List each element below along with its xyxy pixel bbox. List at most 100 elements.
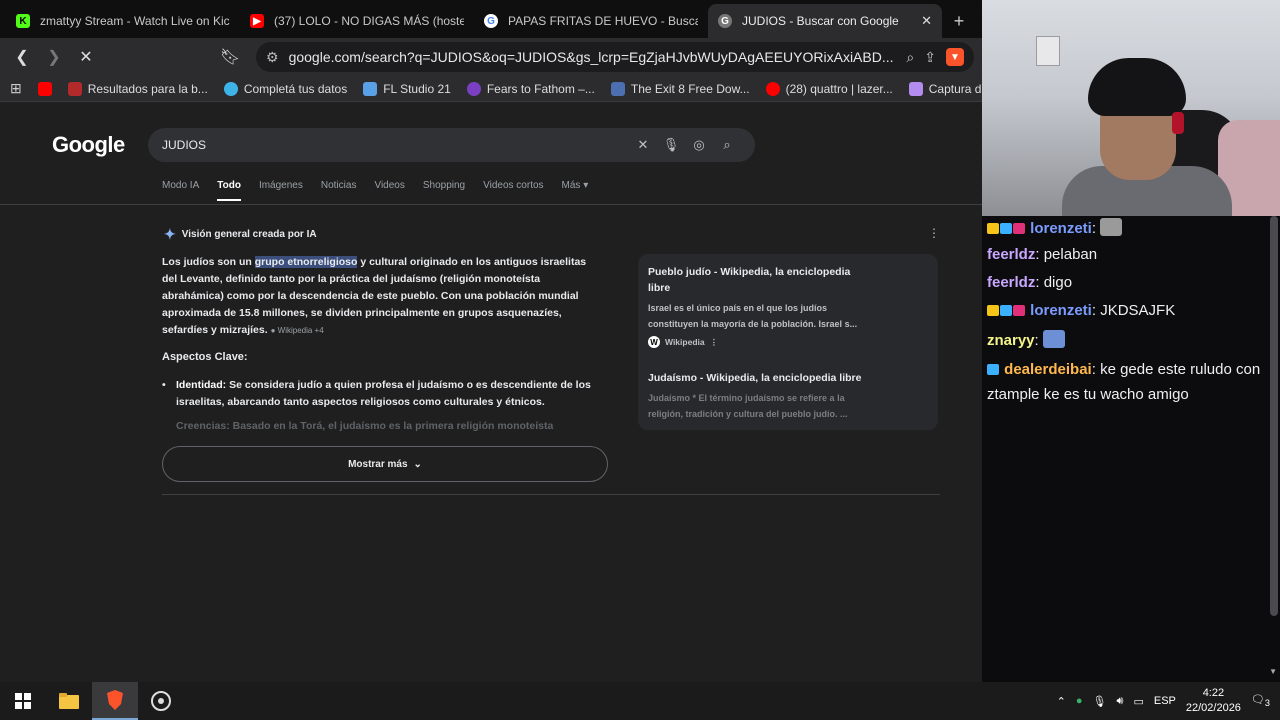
webcam-overlay (982, 0, 1280, 216)
source-title[interactable]: Judaísmo - Wikipedia, la enciclopedia li… (648, 370, 868, 386)
bookmark-item[interactable]: FL Studio 21 (363, 81, 451, 96)
bookmark-item[interactable]: (28) quattro | lazer... (765, 81, 893, 96)
brave-browser-icon[interactable] (92, 682, 138, 720)
chat-text: pelaban (1043, 246, 1098, 263)
bookmark-label: (28) quattro | lazer... (785, 81, 893, 96)
microphone-icon[interactable]: 🎙︎ (1093, 695, 1107, 708)
google-icon: G (718, 14, 732, 28)
lens-icon[interactable]: ◎ (685, 137, 713, 153)
tab-youtube[interactable]: ▶ (37) LOLO - NO DIGAS MÁS (hosted b (240, 4, 474, 38)
url-text[interactable]: google.com/search?q=JUDIOS&oq=JUDIOS&gs_… (289, 49, 897, 65)
ai-overview-header: ✦ Visión general creada por IA (164, 226, 317, 243)
chat-username[interactable]: znaryy (987, 332, 1035, 349)
tab-videos-cortos[interactable]: Videos cortos (483, 180, 543, 201)
bookmark-icon[interactable]: 🔖︎ (216, 43, 244, 71)
back-icon[interactable]: ❮ (8, 43, 36, 71)
notification-count: 3 (1264, 698, 1270, 709)
ai-text-part: y cultural originado en los antiguos isr… (162, 256, 587, 336)
tab-title: JUDIOS - Buscar con Google (742, 14, 899, 28)
address-bar[interactable]: ⚙ google.com/search?q=JUDIOS&oq=JUDIOS&g… (256, 42, 974, 72)
crown-badge-icon (987, 305, 999, 316)
tab-kick[interactable]: K zmattyy Stream - Watch Live on Kick (6, 4, 240, 38)
chat-text: JKDSAJFK (1100, 302, 1176, 319)
chat-scrollbar[interactable] (1270, 216, 1278, 616)
obs-icon[interactable] (138, 682, 184, 720)
bookmark-label: Resultados para la b... (87, 81, 208, 96)
emote-icon (1100, 218, 1123, 236)
share-icon[interactable]: ⇪ (924, 49, 936, 66)
forward-icon[interactable]: ❯ (40, 43, 68, 71)
zoom-icon[interactable]: ⌕ (906, 49, 914, 66)
stop-icon[interactable]: ✕ (72, 43, 100, 71)
close-tab-icon[interactable]: ✕ (921, 13, 932, 29)
pen-icon (908, 81, 923, 96)
source-title[interactable]: Pueblo judío - Wikipedia, la enciclopedi… (648, 264, 868, 296)
bookmark-item[interactable]: Completá tus datos (223, 81, 347, 96)
google-logo[interactable]: Google (52, 132, 125, 158)
security-icon[interactable]: ● (1076, 695, 1083, 707)
mic-icon[interactable]: 🎙︎ (657, 137, 685, 153)
clock-time: 4:22 (1202, 687, 1225, 699)
scroll-down-icon[interactable]: ▼ (1269, 667, 1277, 676)
youtube-icon (765, 81, 780, 96)
network-icon[interactable]: ▭ (1133, 695, 1143, 708)
search-input[interactable]: JUDIOS (162, 138, 629, 152)
more-options-icon[interactable]: ⋮ (710, 337, 719, 348)
tab-judios[interactable]: G JUDIOS - Buscar con Google ✕ (708, 4, 942, 38)
bookmark-item[interactable] (37, 81, 52, 96)
notifications-icon[interactable]: 🗨︎3 (1251, 693, 1270, 708)
tab-modo-ia[interactable]: Modo IA (162, 180, 199, 201)
bookmark-item[interactable]: Resultados para la b... (67, 81, 208, 96)
language-indicator[interactable]: ESP (1154, 695, 1176, 707)
clock[interactable]: 4:22 22/02/2026 (1186, 686, 1241, 716)
verified-badge-icon (1013, 223, 1025, 234)
new-tab-button[interactable]: + (942, 4, 976, 38)
search-icon[interactable]: ⌕ (713, 137, 741, 153)
search-box[interactable]: JUDIOS ✕ 🎙︎ ◎ ⌕ (148, 128, 755, 162)
site-settings-icon[interactable]: ⚙ (266, 49, 279, 66)
emote-icon (1042, 330, 1065, 348)
exit8-icon (610, 81, 625, 96)
bookmark-item[interactable]: Captura de p (908, 81, 982, 96)
chat-username[interactable]: lorenzeti (1030, 220, 1092, 237)
chevron-up-icon[interactable]: ⌃ (1057, 695, 1066, 708)
fathom-icon (466, 81, 481, 96)
file-explorer-icon[interactable] (46, 682, 92, 720)
source-card[interactable]: Judaísmo - Wikipedia, la enciclopedia li… (638, 348, 938, 422)
sub-badge-icon (1000, 305, 1012, 316)
browser-window: K zmattyy Stream - Watch Live on Kick ▶ … (0, 0, 982, 682)
bookmark-item[interactable]: Fears to Fathom –... (466, 81, 595, 96)
apps-grid-icon[interactable]: ⊞ (10, 80, 22, 97)
bookmark-item[interactable]: The Exit 8 Free Dow... (610, 81, 750, 96)
tab-imagenes[interactable]: Imágenes (259, 180, 303, 201)
ai-overview-text: Los judíos son un grupo etnorreligioso y… (162, 254, 604, 339)
clock-date: 22/02/2026 (1185, 702, 1241, 714)
chat-username[interactable]: feerldz (987, 246, 1035, 263)
taskbar: ⌃ ● 🎙︎ 🔊︎ ▭ ESP 4:22 22/02/2026 🗨︎3 (0, 682, 1280, 720)
show-more-button[interactable]: Mostrar más ⌄ (162, 446, 608, 482)
wall-poster (1036, 36, 1060, 66)
source-card[interactable]: Pueblo judío - Wikipedia, la enciclopedi… (638, 254, 938, 348)
chat-username[interactable]: feerldz (987, 274, 1035, 291)
chat-message: feerldz: digo (987, 274, 1073, 291)
chat-message: lorenzeti: (987, 216, 1262, 241)
tab-mas[interactable]: Más ▾ (562, 180, 589, 201)
chat-overlay: lorenzeti: feerldz: pelaban feerldz: dig… (982, 216, 1280, 682)
windows-start-icon[interactable] (0, 682, 46, 720)
chat-username[interactable]: lorenzeti (1030, 302, 1092, 319)
tab-videos[interactable]: Videos (374, 180, 404, 201)
volume-icon[interactable]: 🔊︎ (1117, 695, 1124, 708)
ai-overview-title: Visión general creada por IA (181, 229, 317, 240)
tab-noticias[interactable]: Noticias (321, 180, 357, 201)
tab-papas[interactable]: G PAPAS FRITAS DE HUEVO - Buscar co (474, 4, 708, 38)
tab-todo[interactable]: Todo (217, 180, 241, 201)
clear-icon[interactable]: ✕ (629, 137, 657, 153)
tab-shopping[interactable]: Shopping (423, 180, 465, 201)
more-options-icon[interactable]: ⋮ (928, 226, 940, 240)
toolbar: ❮ ❯ ✕ 🔖︎ ⚙ google.com/search?q=JUDIOS&oq… (0, 38, 982, 76)
chat-username[interactable]: dealerdeibai (1004, 361, 1092, 378)
chat-message: znaryy: (987, 328, 1262, 353)
brave-shields-icon[interactable]: ▼ (946, 48, 964, 66)
citation-chip[interactable]: ● Wikipedia +4 (271, 326, 324, 335)
fl-icon (363, 81, 378, 96)
